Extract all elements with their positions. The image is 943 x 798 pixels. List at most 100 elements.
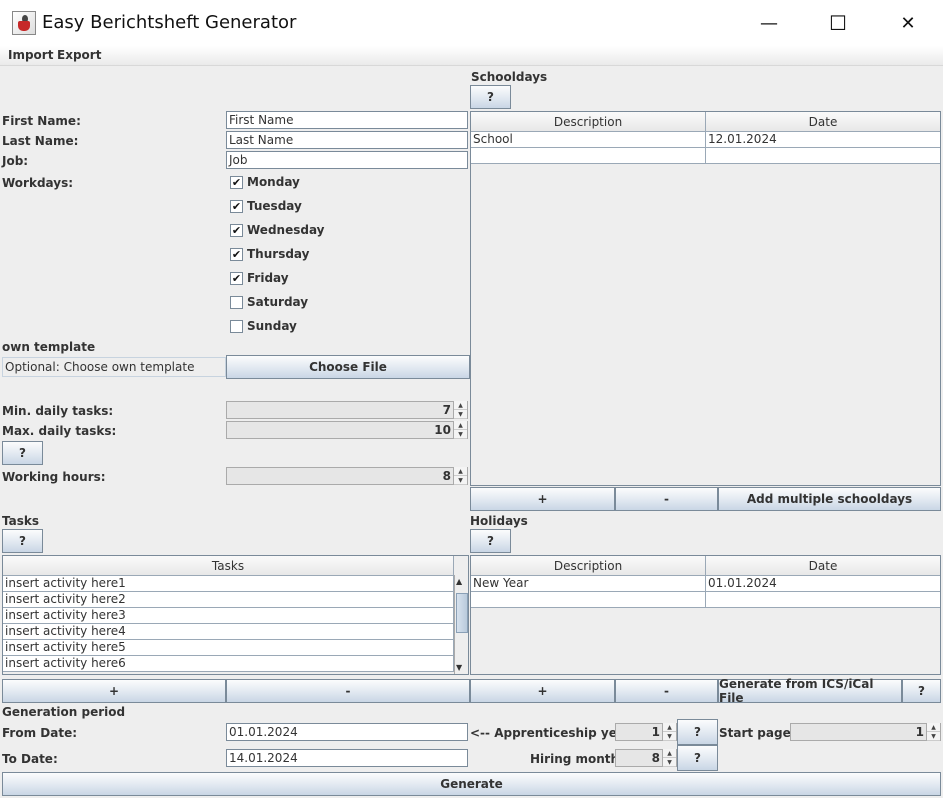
- working-hours-label: Working hours:: [2, 470, 106, 484]
- first-name-field[interactable]: First Name: [226, 111, 468, 129]
- scroll-down-icon[interactable]: ▼: [456, 663, 462, 672]
- maximize-button[interactable]: ☐: [815, 0, 861, 46]
- table-row[interactable]: [471, 148, 940, 164]
- min-tasks-spinner[interactable]: 7 ▲ ▼: [226, 401, 468, 419]
- spinner-down-icon[interactable]: ▼: [454, 476, 467, 485]
- spinner-value: 1: [651, 725, 660, 739]
- table-cell[interactable]: [706, 592, 940, 607]
- column-header-date[interactable]: Date: [706, 556, 940, 575]
- apprenticeship-help-button[interactable]: ?: [677, 719, 718, 745]
- add-task-button[interactable]: +: [2, 679, 226, 703]
- generate-button[interactable]: Generate: [2, 772, 941, 796]
- tasks-table[interactable]: Tasks insert activity here1 insert activ…: [2, 555, 469, 675]
- spinner-down-icon[interactable]: ▼: [454, 410, 467, 419]
- holidays-table[interactable]: Description Date New Year 01.01.2024: [470, 555, 941, 675]
- schooldays-table[interactable]: Description Date School 12.01.2024: [470, 111, 941, 486]
- remove-holiday-button[interactable]: -: [615, 679, 718, 703]
- to-date-field[interactable]: 14.01.2024: [226, 749, 468, 767]
- table-cell[interactable]: insert activity here1: [3, 576, 454, 591]
- remove-schoolday-button[interactable]: -: [615, 487, 718, 511]
- remove-task-button[interactable]: -: [226, 679, 470, 703]
- working-hours-spinner[interactable]: 8 ▲ ▼: [226, 467, 468, 485]
- tasks-scrollbar[interactable]: ▲ ▼: [454, 575, 468, 674]
- generation-period-title: Generation period: [2, 705, 126, 719]
- spinner-arrows[interactable]: ▲ ▼: [662, 723, 676, 741]
- table-cell[interactable]: 12.01.2024: [706, 132, 940, 147]
- max-tasks-spinner[interactable]: 10 ▲ ▼: [226, 421, 468, 439]
- job-label: Job:: [2, 154, 29, 168]
- minimize-icon: —: [760, 12, 778, 34]
- checkbox-icon: ✔: [230, 224, 243, 237]
- column-header-description[interactable]: Description: [471, 556, 706, 575]
- table-cell[interactable]: 01.01.2024: [706, 576, 940, 591]
- choose-file-button[interactable]: Choose File: [226, 355, 470, 379]
- day-label: Sunday: [247, 319, 297, 333]
- job-field[interactable]: Job: [226, 151, 468, 169]
- tasks-range-help-button[interactable]: ?: [2, 441, 43, 465]
- template-path-field[interactable]: Optional: Choose own template: [2, 357, 226, 377]
- spinner-up-icon[interactable]: ▲: [454, 421, 467, 430]
- table-row[interactable]: School 12.01.2024: [471, 132, 940, 148]
- spinner-up-icon[interactable]: ▲: [927, 723, 940, 732]
- start-page-spinner[interactable]: 1 ▲ ▼: [790, 723, 941, 741]
- spinner-arrows[interactable]: ▲ ▼: [453, 401, 467, 419]
- ics-help-button[interactable]: ?: [902, 679, 941, 703]
- spinner-down-icon[interactable]: ▼: [663, 732, 676, 741]
- spinner-down-icon[interactable]: ▼: [663, 758, 676, 767]
- last-name-field[interactable]: Last Name: [226, 131, 468, 149]
- table-cell[interactable]: [471, 592, 706, 607]
- spinner-up-icon[interactable]: ▲: [454, 401, 467, 410]
- column-header-tasks[interactable]: Tasks: [3, 556, 454, 575]
- apprenticeship-year-spinner[interactable]: 1 ▲ ▼: [615, 723, 677, 741]
- minimize-button[interactable]: —: [746, 0, 792, 46]
- table-cell[interactable]: insert activity here5: [3, 640, 454, 655]
- schooldays-title: Schooldays: [471, 70, 548, 84]
- table-row[interactable]: insert activity here4: [3, 624, 454, 640]
- checkbox-icon: [230, 320, 243, 333]
- spinner-down-icon[interactable]: ▼: [454, 430, 467, 439]
- spinner-up-icon[interactable]: ▲: [663, 723, 676, 732]
- table-cell[interactable]: [706, 148, 940, 163]
- tasks-help-button[interactable]: ?: [2, 529, 43, 553]
- scrollbar-thumb[interactable]: [456, 593, 468, 633]
- add-multiple-schooldays-button[interactable]: Add multiple schooldays: [718, 487, 941, 511]
- app-icon: [12, 11, 36, 35]
- spinner-up-icon[interactable]: ▲: [454, 467, 467, 476]
- table-row[interactable]: insert activity here5: [3, 640, 454, 656]
- table-cell[interactable]: School: [471, 132, 706, 147]
- table-row[interactable]: New Year 01.01.2024: [471, 576, 940, 592]
- column-header-date[interactable]: Date: [706, 112, 940, 131]
- menu-export[interactable]: Export: [57, 48, 101, 62]
- add-schoolday-button[interactable]: +: [470, 487, 615, 511]
- schooldays-help-button[interactable]: ?: [470, 85, 511, 109]
- hiring-month-help-button[interactable]: ?: [677, 745, 718, 771]
- spinner-arrows[interactable]: ▲ ▼: [453, 421, 467, 439]
- spinner-up-icon[interactable]: ▲: [663, 749, 676, 758]
- close-button[interactable]: ✕: [885, 0, 931, 46]
- table-row[interactable]: insert activity here3: [3, 608, 454, 624]
- spinner-down-icon[interactable]: ▼: [927, 732, 940, 741]
- table-cell[interactable]: insert activity here4: [3, 624, 454, 639]
- table-row[interactable]: [471, 592, 940, 608]
- holidays-help-button[interactable]: ?: [470, 529, 511, 553]
- hiring-month-spinner[interactable]: 8 ▲ ▼: [615, 749, 677, 767]
- table-cell[interactable]: [471, 148, 706, 163]
- spinner-arrows[interactable]: ▲ ▼: [453, 467, 467, 485]
- generate-from-ics-button[interactable]: Generate from ICS/iCal File: [718, 677, 902, 705]
- table-cell[interactable]: insert activity here2: [3, 592, 454, 607]
- table-header: Description Date: [471, 556, 940, 576]
- add-holiday-button[interactable]: +: [470, 679, 615, 703]
- table-cell[interactable]: insert activity here6: [3, 656, 454, 671]
- table-cell[interactable]: New Year: [471, 576, 706, 591]
- own-template-label: own template: [2, 340, 96, 354]
- table-row[interactable]: insert activity here6: [3, 656, 454, 672]
- spinner-arrows[interactable]: ▲ ▼: [926, 723, 940, 741]
- column-header-description[interactable]: Description: [471, 112, 706, 131]
- scroll-up-icon[interactable]: ▲: [456, 577, 462, 586]
- table-row[interactable]: insert activity here2: [3, 592, 454, 608]
- from-date-field[interactable]: 01.01.2024: [226, 723, 468, 741]
- menu-import[interactable]: Import: [8, 48, 53, 62]
- table-cell[interactable]: insert activity here3: [3, 608, 454, 623]
- table-row[interactable]: insert activity here1: [3, 576, 454, 592]
- spinner-arrows[interactable]: ▲ ▼: [662, 749, 676, 767]
